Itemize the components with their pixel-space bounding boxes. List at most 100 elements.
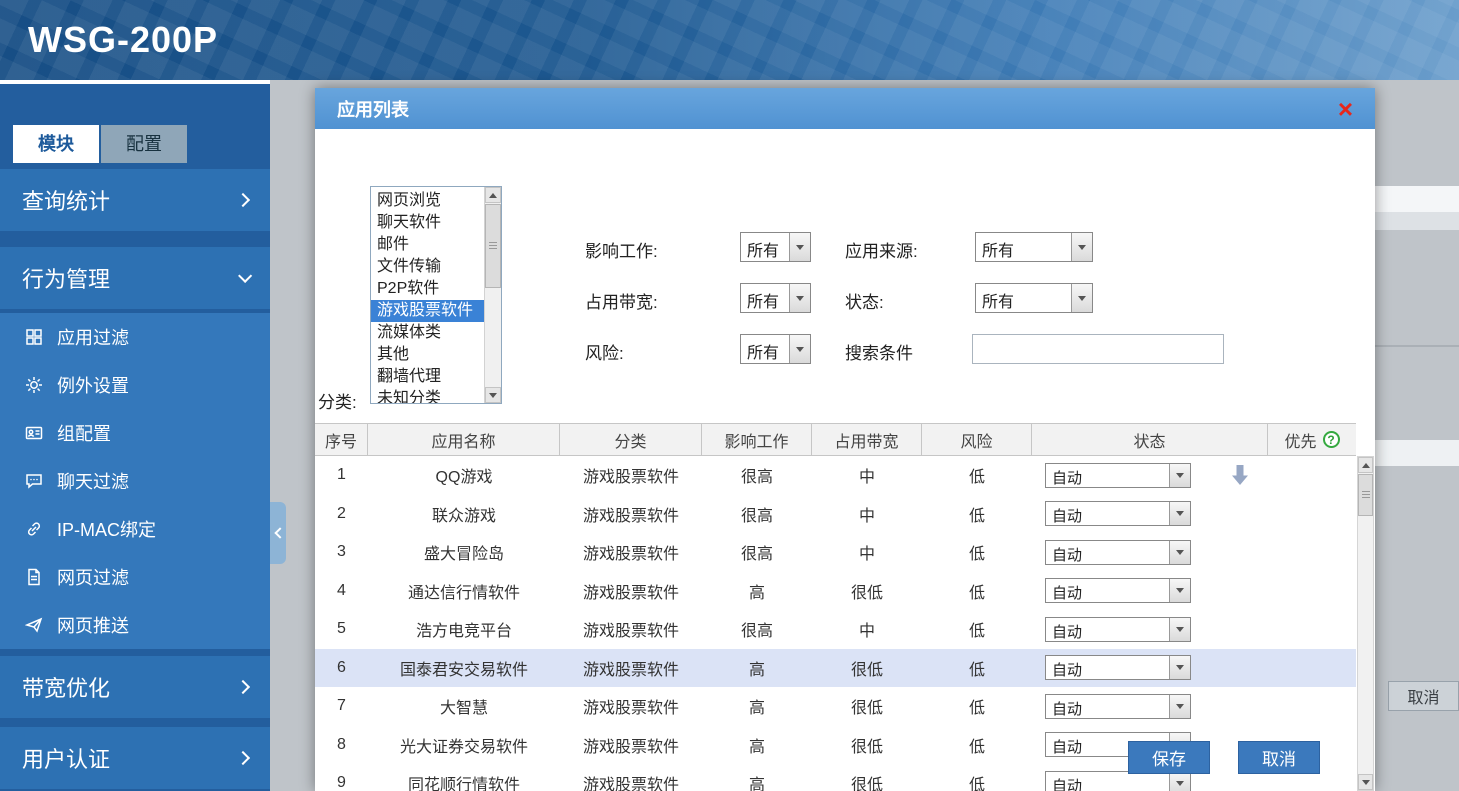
table-row[interactable]: 5 浩方电竞平台 游戏股票软件 很高 中 低 自动 xyxy=(315,610,1356,649)
category-option[interactable]: P2P软件 xyxy=(371,278,484,300)
chevron-down-icon xyxy=(789,233,810,261)
category-option[interactable]: 其他 xyxy=(371,344,484,366)
table-row[interactable]: 2 联众游戏 游戏股票软件 很高 中 低 自动 xyxy=(315,495,1356,534)
chevron-left-icon xyxy=(273,527,286,539)
sidebar-item-ip-mac-binding[interactable]: IP-MAC绑定 xyxy=(0,505,270,553)
column-header: 状态 xyxy=(1032,424,1268,455)
table-cell: 3 xyxy=(337,543,346,561)
filter-risk-label: 风险: xyxy=(585,344,624,363)
table-cell: 光大证券交易软件 xyxy=(399,738,528,756)
sidebar-item-bandwidth-opt[interactable]: 带宽优化 xyxy=(0,656,270,718)
category-label: 分类: xyxy=(318,393,357,412)
sidebar-collapse-handle[interactable] xyxy=(270,502,286,564)
table-row[interactable]: 6 国泰君安交易软件 游戏股票软件 高 很低 低 自动 xyxy=(315,648,1356,687)
chevron-down-icon[interactable] xyxy=(1169,656,1190,680)
impact-select[interactable]: 所有 xyxy=(740,232,811,262)
row-status-select[interactable]: 自动 xyxy=(1045,693,1191,719)
sidebar-item-web-filter[interactable]: 网页过滤 xyxy=(0,553,270,601)
table-cell: 国泰君安交易软件 xyxy=(399,661,528,679)
sidebar-item-label: 例外设置 xyxy=(57,376,129,396)
category-listbox: 网页浏览 聊天软件 邮件 文件传输 P2P软件 游戏股票软件 流媒体类 其他 翻墙代理 未知分类 xyxy=(370,186,502,404)
application-window: WSG-200P 取消 模块 配置 查询统计 行为管理 应用过滤 例外设置 组配… xyxy=(0,0,1459,791)
table-cell: 自动 xyxy=(1032,655,1268,681)
scroll-down-icon[interactable] xyxy=(1358,774,1373,790)
table-cell: 低 xyxy=(968,469,985,487)
scroll-up-icon[interactable] xyxy=(1358,457,1373,473)
chevron-down-icon[interactable] xyxy=(1169,463,1190,487)
table-row[interactable]: 7 大智慧 游戏股票软件 高 很低 低 自动 xyxy=(315,687,1356,726)
chevron-down-icon[interactable] xyxy=(1169,579,1190,603)
sidebar: 模块 配置 查询统计 行为管理 应用过滤 例外设置 组配置 聊天过滤 IP-MA… xyxy=(0,84,270,791)
tab-config[interactable]: 配置 xyxy=(101,125,187,163)
help-icon[interactable]: ? xyxy=(1322,431,1340,448)
table-row[interactable]: 1 QQ游戏 游戏股票软件 很高 中 低 自动 xyxy=(315,456,1356,495)
scrollbar-thumb[interactable] xyxy=(485,204,501,288)
scrollbar-thumb[interactable] xyxy=(1358,474,1373,516)
sidebar-item-web-push[interactable]: 网页推送 xyxy=(0,601,270,649)
table-scrollbar[interactable] xyxy=(1357,456,1374,791)
category-option[interactable]: 流媒体类 xyxy=(371,322,484,344)
column-header: 应用名称 xyxy=(368,424,560,455)
cancel-button[interactable]: 取消 xyxy=(1238,741,1320,774)
table-cell: 低 xyxy=(968,584,985,602)
listbox-scrollbar[interactable] xyxy=(484,187,501,403)
sidebar-tabs: 模块 配置 xyxy=(13,125,187,163)
table-row[interactable]: 3 盛大冒险岛 游戏股票软件 很高 中 低 自动 xyxy=(315,533,1356,572)
sidebar-item-exception-settings[interactable]: 例外设置 xyxy=(0,361,270,409)
source-select[interactable]: 所有 xyxy=(975,232,1093,262)
chevron-down-icon[interactable] xyxy=(1169,502,1190,526)
sidebar-item-label: 行为管理 xyxy=(22,267,111,292)
column-header: 分类 xyxy=(560,424,702,455)
row-status-select[interactable]: 自动 xyxy=(1045,578,1191,604)
chevron-down-icon[interactable] xyxy=(1169,540,1190,564)
chevron-right-icon xyxy=(235,750,251,766)
table-cell: 中 xyxy=(858,546,875,564)
category-option[interactable]: 游戏股票软件 xyxy=(371,300,484,322)
link-icon xyxy=(24,519,44,539)
bandwidth-select[interactable]: 所有 xyxy=(740,283,811,313)
page-icon xyxy=(24,567,44,587)
search-input[interactable] xyxy=(972,334,1224,364)
row-status-select[interactable]: 自动 xyxy=(1045,501,1191,527)
id-card-icon xyxy=(24,423,44,443)
category-option[interactable]: 邮件 xyxy=(371,234,484,256)
scroll-down-icon[interactable] xyxy=(485,387,501,403)
category-option[interactable]: 未知分类 xyxy=(371,388,484,403)
close-icon[interactable]: × xyxy=(1338,96,1353,122)
filter-status-label: 状态: xyxy=(845,293,884,312)
sidebar-item-user-auth[interactable]: 用户认证 xyxy=(0,727,270,789)
scroll-up-icon[interactable] xyxy=(485,187,501,203)
save-button[interactable]: 保存 xyxy=(1128,741,1210,774)
column-header: 影响工作 xyxy=(702,424,812,455)
sidebar-item-group-config[interactable]: 组配置 xyxy=(0,409,270,457)
chevron-down-icon[interactable] xyxy=(1169,617,1190,641)
row-status-select[interactable]: 自动 xyxy=(1045,616,1191,642)
table-cell: 低 xyxy=(968,738,985,756)
background-divider xyxy=(1375,345,1459,347)
category-option[interactable]: 聊天软件 xyxy=(371,212,484,234)
sidebar-item-app-filter[interactable]: 应用过滤 xyxy=(0,313,270,361)
chevron-down-icon[interactable] xyxy=(1169,694,1190,718)
chevron-down-icon[interactable] xyxy=(1169,771,1190,791)
sidebar-item-behavior-mgmt[interactable]: 行为管理 xyxy=(0,247,270,309)
table-cell: 浩方电竞平台 xyxy=(415,623,512,641)
chevron-down-icon xyxy=(789,335,810,363)
app-list-dialog: 应用列表 × 网页浏览 聊天软件 邮件 文件传输 P2P软件 游戏股票软件 流媒体类 其他 翻墙… xyxy=(315,88,1375,791)
table-cell: 游戏股票软件 xyxy=(582,700,679,718)
row-status-select[interactable]: 自动 xyxy=(1045,539,1191,565)
table-cell: 中 xyxy=(858,507,875,525)
risk-select[interactable]: 所有 xyxy=(740,334,811,364)
category-option[interactable]: 网页浏览 xyxy=(371,190,484,212)
row-status-select[interactable]: 自动 xyxy=(1045,462,1191,488)
table-row[interactable]: 4 通达信行情软件 游戏股票软件 高 很低 低 自动 xyxy=(315,572,1356,611)
table-cell: 联众游戏 xyxy=(431,507,496,525)
sidebar-item-query-stats[interactable]: 查询统计 xyxy=(0,169,270,231)
move-down-icon[interactable] xyxy=(1231,465,1249,490)
category-option[interactable]: 文件传输 xyxy=(371,256,484,278)
table-cell: 游戏股票软件 xyxy=(582,777,679,791)
sidebar-item-chat-filter[interactable]: 聊天过滤 xyxy=(0,457,270,505)
status-filter-select[interactable]: 所有 xyxy=(975,283,1093,313)
row-status-select[interactable]: 自动 xyxy=(1045,655,1191,681)
category-option[interactable]: 翻墙代理 xyxy=(371,366,484,388)
tab-modules[interactable]: 模块 xyxy=(13,125,99,163)
